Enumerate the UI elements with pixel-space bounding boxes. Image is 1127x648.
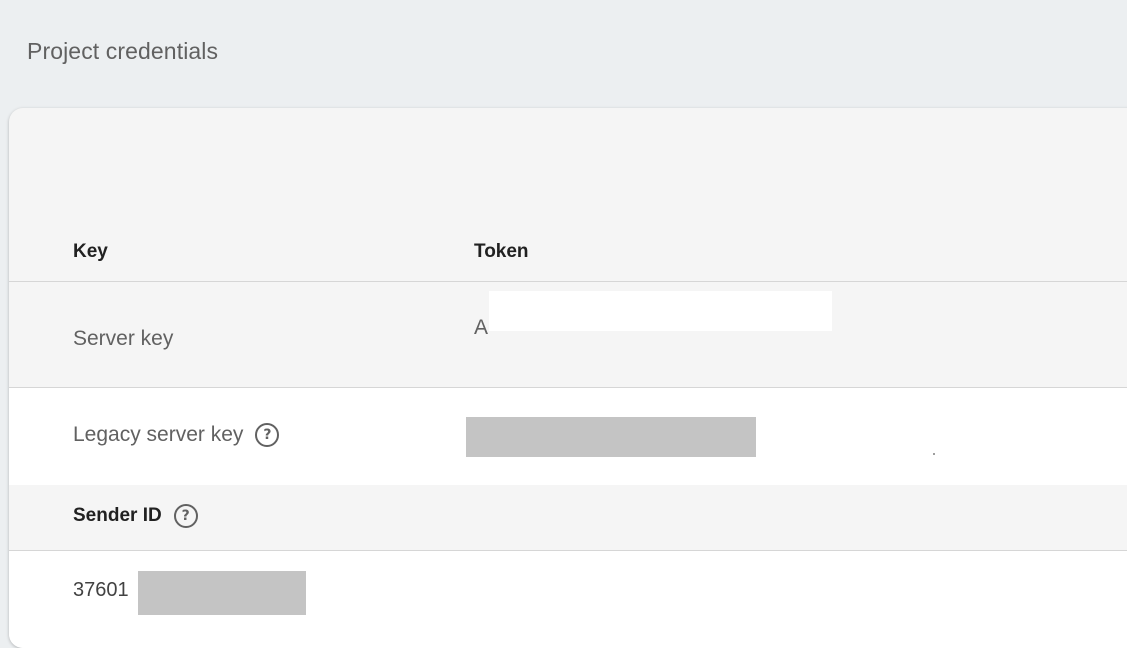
- server-key-token[interactable]: A: [474, 316, 488, 340]
- help-circle-icon[interactable]: ?: [255, 423, 280, 448]
- stray-dot: [933, 453, 935, 455]
- server-key-label: Server key: [73, 327, 174, 350]
- credentials-card: Key Token Server key A Legacy server key…: [9, 108, 1127, 648]
- help-circle-icon[interactable]: ?: [173, 504, 198, 528]
- column-header-key: Key: [73, 241, 108, 262]
- section-title: Project credentials: [27, 38, 219, 64]
- table-row-legacy-server-key: Legacy server key?: [9, 388, 1127, 485]
- column-header-token: Token: [474, 241, 529, 262]
- table-header-row: Key Token: [9, 219, 1127, 282]
- redacted-token: [489, 291, 832, 331]
- card-header: [9, 108, 1127, 220]
- sender-id-value[interactable]: 37601: [73, 579, 129, 602]
- sender-id-header: Sender ID?: [73, 504, 198, 528]
- sender-id-header-row: Sender ID?: [9, 485, 1127, 551]
- sender-id-value-row: 37601: [9, 551, 1127, 648]
- sender-id-label: Sender ID: [73, 505, 162, 527]
- redacted-legacy-token: [466, 417, 756, 457]
- legacy-server-key-text: Legacy server key: [73, 423, 244, 446]
- table-row-server-key: Server key A: [9, 282, 1127, 388]
- legacy-server-key-label: Legacy server key?: [73, 423, 280, 448]
- redacted-sender-id: [138, 571, 306, 615]
